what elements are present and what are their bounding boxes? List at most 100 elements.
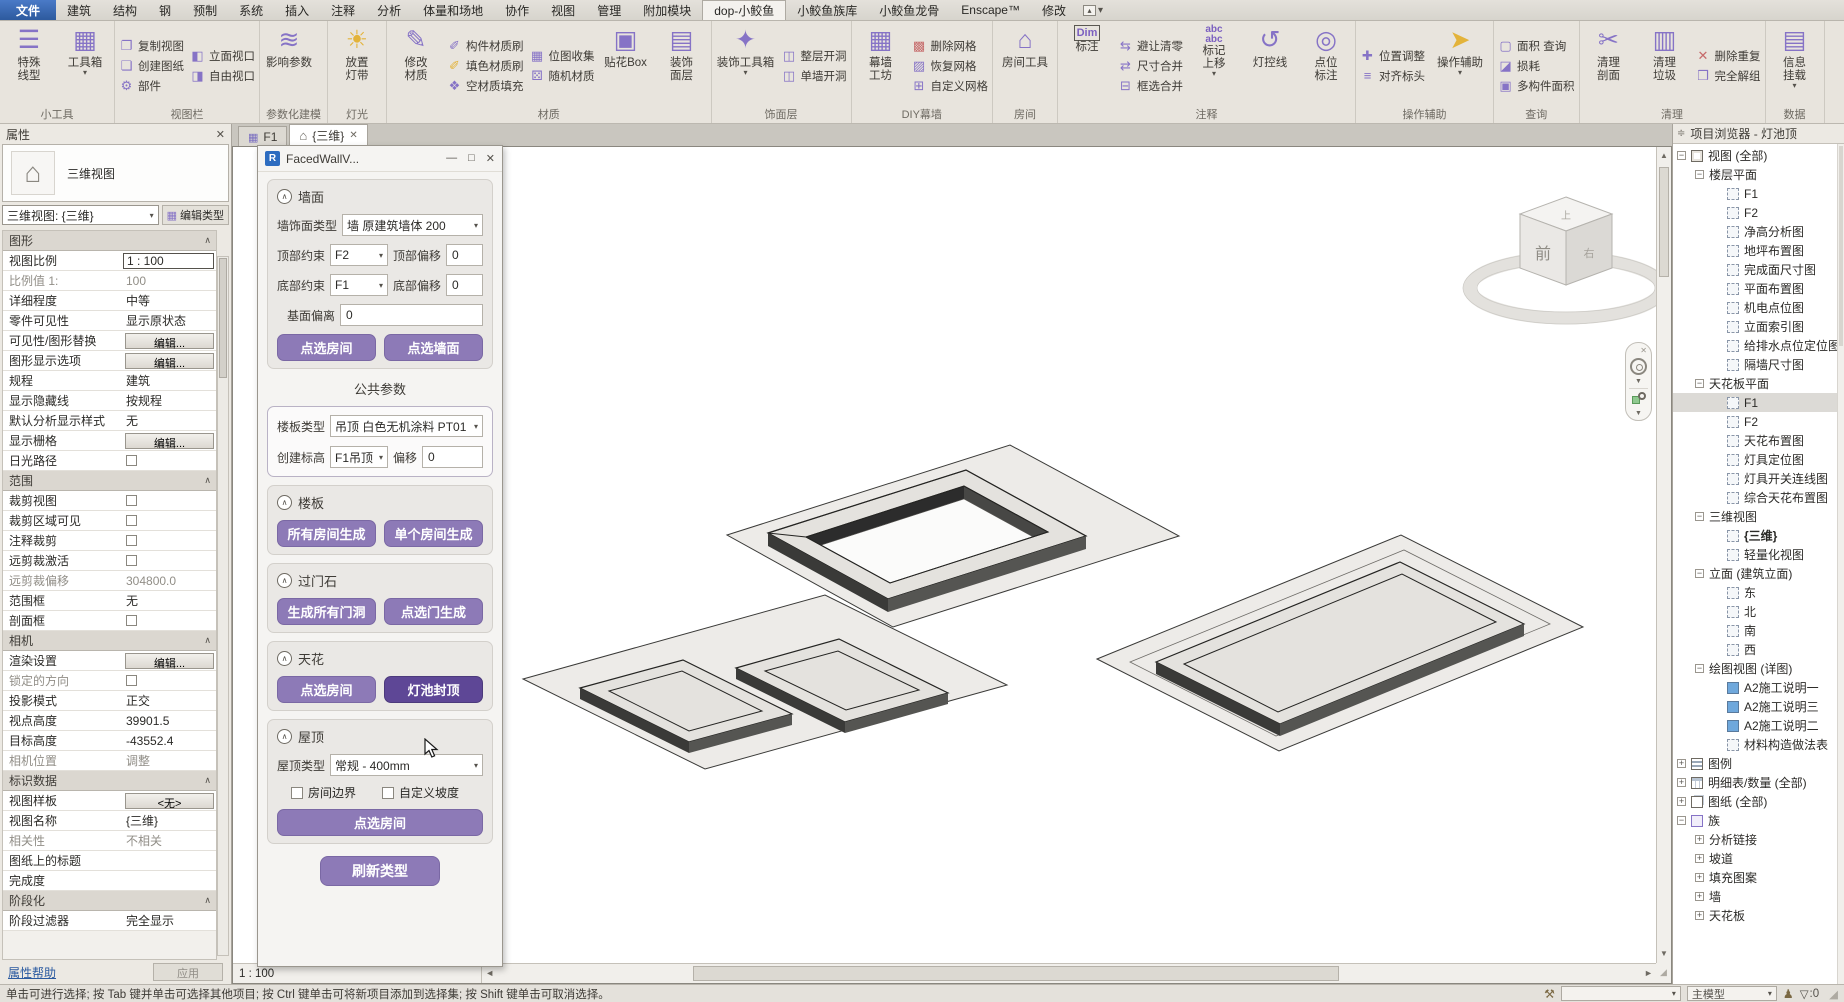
menu-tab[interactable]: 结构: [102, 0, 148, 20]
generate-all-openings-button[interactable]: 生成所有门洞: [277, 598, 376, 625]
property-row[interactable]: 范围 ∧: [3, 471, 216, 491]
position-adjust-button[interactable]: ✚位置调整: [1360, 48, 1425, 64]
top-offset-input[interactable]: 0: [446, 244, 483, 266]
property-row[interactable]: 锁定的方向 ∧: [3, 671, 216, 691]
collapse-icon[interactable]: ∧: [277, 495, 292, 510]
browser-tree-item[interactable]: 综合天花布置图: [1673, 488, 1844, 507]
navbar-dropdown-icon[interactable]: ▼: [1635, 378, 1642, 385]
browser-tree-item[interactable]: 天花板: [1673, 906, 1844, 925]
wall-type-select[interactable]: 墙 原建筑墙体 200▾: [342, 214, 483, 236]
browser-tree-item[interactable]: 天花板平面: [1673, 374, 1844, 393]
parts-button[interactable]: ⚙部件: [119, 78, 184, 94]
toolbox-button[interactable]: ▦工具箱▾: [58, 23, 112, 108]
collapse-icon[interactable]: ∧: [277, 189, 292, 204]
room-tools-button[interactable]: ⌂房间工具: [995, 23, 1055, 108]
property-row[interactable]: 相机 ∧: [3, 631, 216, 651]
browser-tree-item[interactable]: 机电点位图: [1673, 298, 1844, 317]
browser-tree-item[interactable]: 北: [1673, 602, 1844, 621]
tree-expand-icon[interactable]: [1677, 151, 1686, 160]
tree-expand-icon[interactable]: [1695, 512, 1704, 521]
view-tab[interactable]: F1 ✕: [238, 126, 287, 146]
view-cube[interactable]: 前 上 右: [1463, 197, 1669, 324]
property-row[interactable]: 目标高度 -43552.4 -43552.4 ∧: [3, 731, 216, 751]
tree-expand-icon[interactable]: [1695, 911, 1704, 920]
browser-tree-item[interactable]: 墙: [1673, 887, 1844, 906]
navigation-bar[interactable]: ✕ ▼ ▼: [1625, 342, 1652, 421]
property-row[interactable]: 视图样板 <无> <无> ∧: [3, 791, 216, 811]
browser-tree-item[interactable]: 西: [1673, 640, 1844, 659]
collapse-icon[interactable]: ∧: [277, 729, 292, 744]
property-edit-button[interactable]: 编辑...: [125, 653, 214, 669]
browser-tree-item[interactable]: 坡道: [1673, 849, 1844, 868]
tree-expand-icon[interactable]: [1695, 892, 1704, 901]
menu-tab[interactable]: 预制: [182, 0, 228, 20]
tree-expand-icon[interactable]: [1695, 379, 1704, 388]
browser-tree-item[interactable]: 三维视图: [1673, 507, 1844, 526]
menu-tab[interactable]: 协作: [494, 0, 540, 20]
design-option-select[interactable]: 主模型▾: [1687, 986, 1777, 1001]
area-query-button[interactable]: ▢面积 查询: [1498, 38, 1575, 54]
property-row[interactable]: 范围框 无 无 ∧: [3, 591, 216, 611]
tree-expand-icon[interactable]: [1695, 170, 1704, 179]
section-collapse-icon[interactable]: ∧: [204, 775, 211, 786]
browser-tree-item[interactable]: 图纸 (全部): [1673, 792, 1844, 811]
section-collapse-icon[interactable]: ∧: [204, 895, 211, 906]
menu-tab[interactable]: 附加模块: [632, 0, 702, 20]
zoom-dropdown-icon[interactable]: ▼: [1635, 410, 1642, 417]
random-material-button[interactable]: ⚄随机材质: [530, 68, 595, 84]
property-row[interactable]: 相关性 不相关 不相关 ∧: [3, 831, 216, 851]
tree-expand-icon[interactable]: [1695, 854, 1704, 863]
free-viewport-button[interactable]: ◨自由视口: [190, 68, 255, 84]
delete-grid-button[interactable]: ▩删除网格: [912, 38, 989, 54]
property-row[interactable]: 图形显示选项 编辑... 编辑... ∧: [3, 351, 216, 371]
property-checkbox[interactable]: [126, 675, 137, 686]
vertical-scrollbar[interactable]: ▲▼: [1656, 147, 1671, 963]
generate-single-room-button[interactable]: 单个房间生成: [384, 520, 483, 547]
browser-scrollbar[interactable]: [1837, 144, 1844, 984]
generate-all-rooms-button[interactable]: 所有房间生成: [277, 520, 376, 547]
browser-tree-item[interactable]: F1: [1673, 393, 1844, 412]
property-row[interactable]: 规程 建筑 建筑 ∧: [3, 371, 216, 391]
menu-tab[interactable]: 视图: [540, 0, 586, 20]
tree-expand-icon[interactable]: [1677, 797, 1686, 806]
browser-tree-item[interactable]: 完成面尺寸图: [1673, 260, 1844, 279]
modify-material-button[interactable]: ✎修改 材质: [389, 23, 443, 108]
section-collapse-icon[interactable]: ∧: [204, 475, 211, 486]
navbar-close-icon[interactable]: ✕: [1640, 346, 1647, 355]
browser-tree-item[interactable]: 灯具开关连线图: [1673, 469, 1844, 488]
properties-scrollbar[interactable]: [217, 256, 229, 956]
property-edit-button[interactable]: 编辑...: [125, 353, 214, 369]
custom-slope-checkbox[interactable]: 自定义坡度: [382, 784, 459, 801]
tag-move-up-button[interactable]: abc abc标记 上移▾: [1187, 23, 1241, 108]
browser-tree-item[interactable]: F2: [1673, 412, 1844, 431]
property-checkbox[interactable]: [126, 495, 137, 506]
floor-opening-button[interactable]: ◫整层开洞: [782, 48, 847, 64]
section-collapse-icon[interactable]: ∧: [204, 235, 211, 246]
properties-close-button[interactable]: ✕: [216, 128, 225, 141]
delete-duplicate-button[interactable]: ✕删除重复: [1696, 48, 1761, 64]
view-tab-close-icon[interactable]: ✕: [349, 130, 357, 141]
finish-layer-button[interactable]: ▤装饰 面层: [655, 23, 709, 108]
special-linetype-button[interactable]: ☰特殊 线型: [2, 23, 56, 108]
property-checkbox[interactable]: [126, 515, 137, 526]
pick-room-wall-button[interactable]: 点选房间: [277, 334, 376, 361]
curtain-workshop-button[interactable]: ▦幕墙 工坊: [854, 23, 908, 108]
menu-tab[interactable]: Enscape™: [950, 0, 1031, 20]
steering-wheel-icon[interactable]: [1630, 358, 1647, 375]
property-row[interactable]: 渲染设置 编辑... 编辑... ∧: [3, 651, 216, 671]
refresh-type-button[interactable]: 刷新类型: [320, 856, 440, 886]
fill-material-brush-button[interactable]: ✐填色材质刷: [447, 58, 524, 74]
collapse-icon[interactable]: ∧: [277, 651, 292, 666]
property-edit-button[interactable]: 编辑...: [125, 333, 214, 349]
browser-tree-item[interactable]: 分析链接: [1673, 830, 1844, 849]
property-row[interactable]: 显示栅格 编辑... 编辑... ∧: [3, 431, 216, 451]
property-checkbox[interactable]: [126, 615, 137, 626]
light-pool-cap-button[interactable]: 灯池封顶: [384, 676, 483, 703]
property-checkbox[interactable]: [126, 455, 137, 466]
collapse-icon[interactable]: ∧: [277, 573, 292, 588]
roof-type-select[interactable]: 常规 - 400mm▾: [330, 754, 483, 776]
menu-tab[interactable]: dop-小鲛鱼: [702, 0, 786, 20]
browser-tree-item[interactable]: 轻量化视图: [1673, 545, 1844, 564]
editable-only-icon[interactable]: ♟: [1783, 987, 1794, 1001]
menu-tab[interactable]: 修改: [1031, 0, 1077, 20]
